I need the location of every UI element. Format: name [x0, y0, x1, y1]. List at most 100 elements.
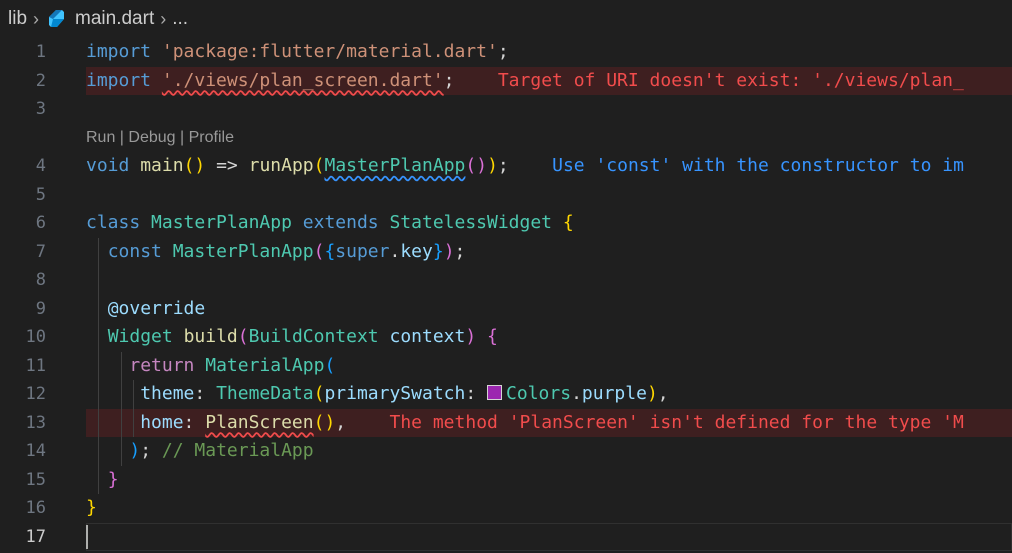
line-number: 4 — [35, 156, 46, 176]
chevron-right-icon: › — [33, 8, 40, 29]
code-content[interactable]: const MasterPlanApp({super.key}); — [86, 238, 1012, 267]
line-number: 15 — [25, 469, 46, 490]
code-line: 10 Widget build(BuildContext context) { — [0, 323, 1012, 352]
punctuation: , — [657, 383, 669, 404]
code-line: 3 — [0, 95, 1012, 124]
punctuation: ; — [443, 69, 455, 91]
code-content[interactable]: void main() => runApp(MasterPlanApp()); … — [86, 152, 1012, 181]
indent-guide — [98, 266, 99, 295]
code-line: 5 — [0, 181, 1012, 210]
text-cursor — [86, 524, 88, 549]
bracket: ) — [129, 440, 141, 461]
code-content[interactable]: @override — [86, 295, 1012, 324]
keyword: extends — [302, 212, 379, 233]
string-literal: 'package:flutter/material.dart' — [161, 41, 498, 62]
code-content[interactable]: Widget build(BuildContext context) { — [86, 323, 1012, 352]
bracket: } — [432, 240, 444, 262]
operator: => — [205, 155, 249, 176]
code-line: 15 } — [0, 465, 1012, 495]
punctuation: : — [465, 383, 488, 404]
codelens: Run | Debug | Profile — [86, 124, 1012, 153]
code-line-current: 17 — [0, 522, 1012, 551]
bracket: ) — [646, 383, 658, 404]
punctuation: : — [183, 411, 206, 433]
punctuation: ; — [140, 440, 152, 461]
code-line: 14 ); // MaterialApp — [0, 437, 1012, 466]
property: primarySwatch — [324, 383, 466, 404]
bracket: ( — [313, 155, 325, 176]
line-number: 17 — [25, 526, 46, 547]
codelens-divider: | — [175, 128, 189, 146]
bracket: ) — [443, 240, 455, 262]
code-line: 16 } — [0, 494, 1012, 523]
bracket: { — [487, 326, 498, 347]
class-name: Widget — [107, 326, 173, 347]
keyword: const — [107, 240, 162, 262]
color-swatch-icon[interactable] — [487, 385, 503, 400]
breadcrumb-file-main-dart[interactable]: main.dart — [75, 8, 154, 30]
inline-error-message[interactable]: The method 'PlanScreen' isn't defined fo… — [390, 412, 964, 433]
chevron-right-icon: › — [160, 8, 167, 29]
code-line: 4 void main() => runApp(MasterPlanApp())… — [0, 152, 1012, 181]
breadcrumb-folder-lib[interactable]: lib — [8, 8, 27, 30]
line-number: 9 — [35, 298, 46, 319]
code-line: 7 const MasterPlanApp({super.key}); — [0, 237, 1012, 267]
line-number: 3 — [35, 99, 46, 119]
property: theme — [140, 383, 195, 404]
keyword: class — [86, 212, 141, 233]
codelens-divider: | — [115, 128, 129, 146]
code-content[interactable]: ); // MaterialApp — [86, 437, 1012, 466]
bracket: ) — [487, 155, 498, 176]
line-number: 8 — [35, 270, 46, 290]
code-content[interactable]: import './views/plan_screen.dart'; Targe… — [86, 67, 1012, 96]
bracket: () — [183, 155, 206, 176]
codelens-debug[interactable]: Debug — [128, 129, 175, 146]
string-literal-error[interactable]: './views/plan_screen.dart' — [162, 70, 444, 91]
line-number: 14 — [25, 441, 46, 461]
bracket: } — [86, 497, 97, 518]
code-editor[interactable]: 1 import 'package:flutter/material.dart'… — [0, 38, 1012, 551]
punctuation: . — [389, 240, 401, 262]
line-number: 6 — [35, 213, 46, 233]
punctuation: : — [194, 383, 217, 404]
function-name: build — [183, 326, 238, 347]
punctuation: ; — [454, 240, 466, 262]
bracket: ( — [237, 326, 249, 347]
inline-info-message[interactable]: Use 'const' with the constructor to im — [552, 155, 964, 176]
keyword: import — [86, 41, 152, 62]
class-name: StatelessWidget — [389, 212, 553, 233]
code-line: 11 return MaterialApp( — [0, 351, 1012, 381]
current-line-highlight — [86, 522, 1012, 551]
line-number: 5 — [35, 184, 46, 205]
breadcrumb: lib › main.dart › ... — [0, 0, 1012, 38]
comment: // MaterialApp — [161, 440, 314, 461]
line-number: 11 — [25, 355, 46, 376]
bracket: } — [107, 468, 119, 490]
keyword: import — [86, 69, 152, 91]
line-number: 2 — [35, 70, 46, 91]
dart-file-icon — [45, 8, 67, 30]
code-content[interactable]: } — [86, 466, 1012, 495]
function-name: runApp — [248, 155, 314, 176]
class-name-info[interactable]: MasterPlanApp — [324, 155, 465, 176]
class-name: BuildContext — [248, 326, 379, 347]
function-name-error[interactable]: PlanScreen — [205, 412, 313, 433]
punctuation: ; — [497, 41, 509, 62]
bracket: () — [313, 411, 336, 433]
keyword: return — [129, 354, 195, 376]
inline-error-message[interactable]: Target of URI doesn't exist: './views/pl… — [498, 70, 964, 91]
code-content[interactable]: home: PlanScreen(), The method 'PlanScre… — [86, 409, 1012, 438]
code-line-error: 13 home: PlanScreen(), The method 'PlanS… — [0, 408, 1012, 438]
bracket: ) — [465, 326, 477, 347]
code-content[interactable]: class MasterPlanApp extends StatelessWid… — [86, 209, 1012, 238]
code-line-error: 2 import './views/plan_screen.dart'; Tar… — [0, 66, 1012, 96]
code-content[interactable]: } — [86, 494, 1012, 523]
breadcrumb-ellipsis[interactable]: ... — [172, 8, 188, 30]
codelens-profile[interactable]: Profile — [189, 129, 234, 146]
codelens-run[interactable]: Run — [86, 129, 115, 146]
code-content[interactable]: import 'package:flutter/material.dart'; — [86, 38, 1012, 67]
code-content[interactable]: theme: ThemeData(primarySwatch: Colors.p… — [86, 380, 1012, 409]
class-name: MasterPlanApp — [151, 212, 292, 233]
code-content[interactable]: return MaterialApp( — [86, 352, 1012, 381]
punctuation: , — [335, 411, 347, 433]
